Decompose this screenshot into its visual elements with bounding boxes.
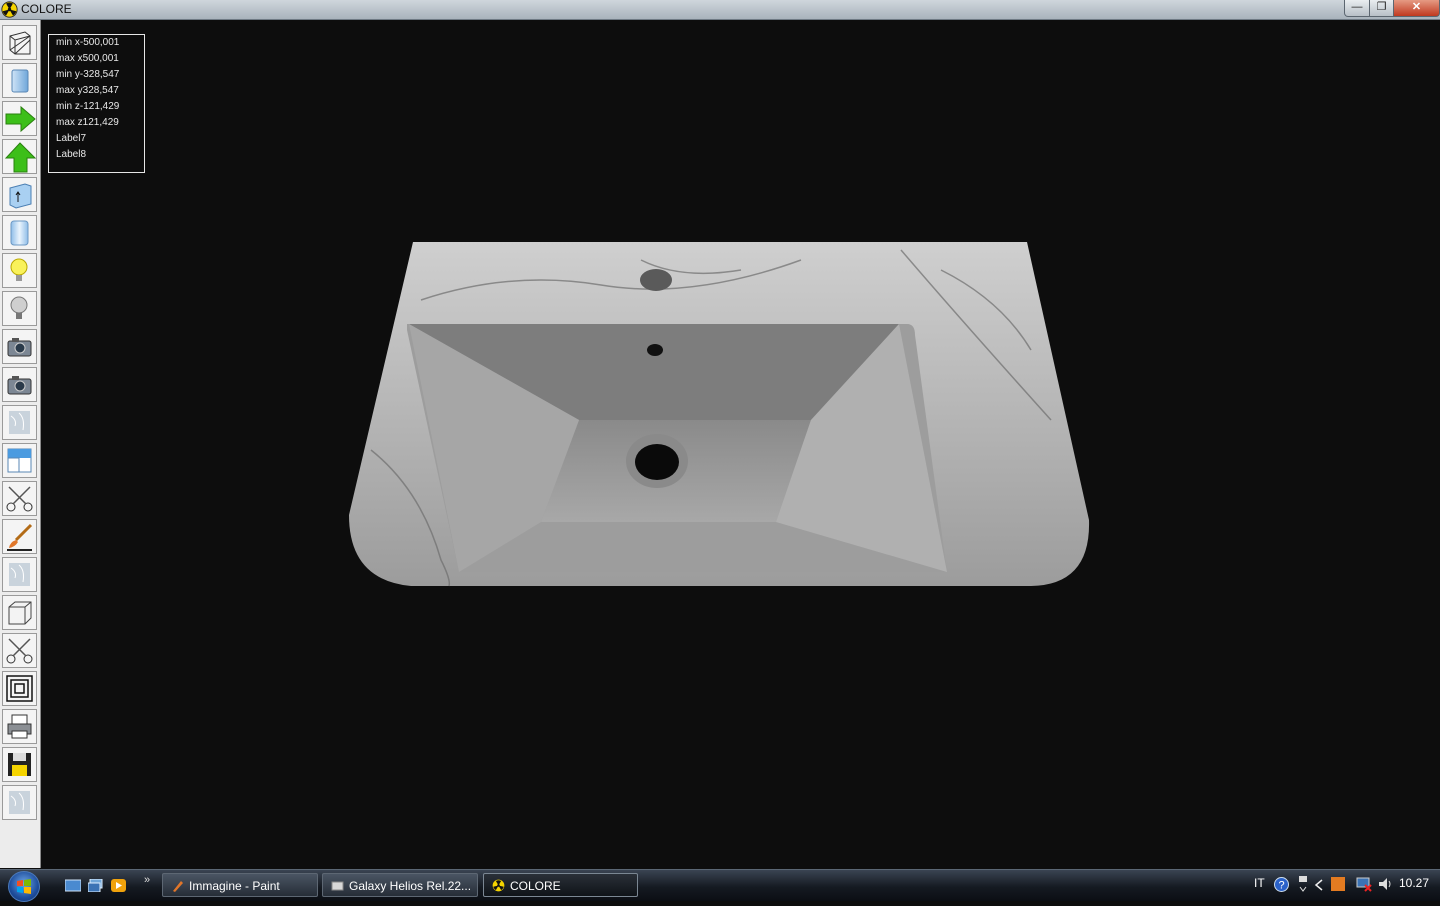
cylinder-button[interactable]	[2, 215, 37, 250]
taskbar-item-label: Immagine - Paint	[189, 879, 280, 893]
printer-button[interactable]	[2, 709, 37, 744]
floppy-disk-button[interactable]	[2, 747, 37, 782]
taskbar-item-paint[interactable]: Immagine - Paint	[162, 873, 318, 897]
camera-icon	[7, 338, 32, 357]
info-max-x: max x500,001	[56, 53, 119, 64]
camera-alt-button[interactable]	[2, 367, 37, 402]
texture-extra-icon	[9, 791, 30, 814]
texture-icon	[9, 411, 30, 434]
3d-viewport[interactable]	[41, 20, 1440, 868]
light-off-button[interactable]	[2, 291, 37, 326]
volume-icon[interactable]	[1377, 876, 1393, 892]
radioactive-icon	[492, 879, 505, 892]
info-label7: Label7	[56, 133, 87, 144]
switch-windows-icon[interactable]	[88, 879, 104, 892]
texture-extra-button[interactable]	[2, 785, 37, 820]
light-on-icon	[10, 258, 28, 281]
show-desktop-icon[interactable]	[65, 879, 81, 892]
network-icon[interactable]	[1297, 875, 1309, 893]
taskbar-item-label: Galaxy Helios Rel.22...	[349, 879, 472, 893]
info-min-z: min z-121,429	[56, 101, 120, 112]
cube-button[interactable]	[2, 595, 37, 630]
clock[interactable]: 10.27	[1399, 876, 1429, 890]
arrow-right-button[interactable]	[2, 101, 37, 136]
taskbar-item-label: COLORE	[510, 879, 561, 893]
radioactive-icon	[1, 1, 18, 18]
taskbar-item-galaxy-helios[interactable]: Galaxy Helios Rel.22...	[322, 873, 478, 897]
arrow-right-icon	[5, 105, 36, 133]
camera-alt-icon	[7, 376, 32, 395]
texture-alt-icon	[9, 563, 30, 586]
brush-icon	[7, 523, 33, 551]
start-button[interactable]	[8, 871, 40, 902]
bounds-info-panel: min x-500,001 max x500,001 min y-328,547…	[48, 34, 145, 173]
brush-button[interactable]	[2, 519, 37, 554]
cylinder-icon	[10, 220, 29, 246]
windows-logo-icon	[17, 879, 31, 894]
scissors-button[interactable]	[2, 481, 37, 516]
taskbar-item-colore[interactable]: COLORE	[483, 873, 638, 897]
quicklaunch-chevron[interactable]: »	[144, 874, 150, 886]
title-bar: COLORE — ❐ ✕	[0, 0, 1440, 20]
close-icon: ✕	[1411, 1, 1422, 13]
chevron-left-icon[interactable]	[1314, 879, 1324, 891]
window-split-icon	[7, 448, 32, 473]
scissors-alt-icon	[6, 638, 33, 664]
restore-icon: ❐	[1376, 1, 1387, 13]
taskbar: » Immagine - Paint Galaxy Helios Rel.22.…	[0, 869, 1440, 902]
svg-text:?: ?	[1278, 880, 1284, 892]
light-off-icon	[10, 296, 28, 319]
sink-model	[349, 242, 1090, 587]
left-toolbar	[0, 20, 41, 868]
cube-up-icon	[9, 183, 32, 209]
close-button[interactable]: ✕	[1393, 0, 1440, 17]
light-on-button[interactable]	[2, 253, 37, 288]
texture-button[interactable]	[2, 405, 37, 440]
arrow-up-icon	[5, 142, 36, 173]
update-icon[interactable]	[1330, 876, 1346, 892]
cube-icon	[8, 601, 32, 625]
printer-icon	[7, 714, 32, 739]
camera-button[interactable]	[2, 329, 37, 364]
info-min-x: min x-500,001	[56, 37, 120, 48]
help-icon[interactable]: ?	[1274, 877, 1289, 892]
network-warning-icon[interactable]	[1356, 876, 1372, 892]
window-split-button[interactable]	[2, 443, 37, 478]
info-label8: Label8	[56, 149, 87, 160]
texture-alt-button[interactable]	[2, 557, 37, 592]
minimize-icon: —	[1351, 1, 1363, 13]
solid-box-button[interactable]	[2, 63, 37, 98]
concentric-squares-button[interactable]	[2, 671, 37, 706]
info-max-z: max z121,429	[56, 117, 119, 128]
cube-up-button[interactable]	[2, 177, 37, 212]
paint-icon	[173, 881, 183, 892]
scissors-icon	[6, 486, 33, 512]
window-title: COLORE	[21, 2, 72, 16]
restore-button[interactable]: ❐	[1369, 0, 1394, 17]
scissors-alt-button[interactable]	[2, 633, 37, 668]
info-min-y: min y-328,547	[56, 69, 120, 80]
wireframe-box-icon	[9, 31, 31, 55]
media-player-icon[interactable]	[111, 879, 127, 892]
solid-box-icon	[11, 69, 29, 93]
wireframe-box-button[interactable]	[2, 25, 37, 60]
minimize-button[interactable]: —	[1344, 0, 1370, 17]
info-max-y: max y328,547	[56, 85, 119, 96]
arrow-up-button[interactable]	[2, 139, 37, 174]
floppy-disk-icon	[8, 753, 31, 776]
folder-icon	[331, 881, 344, 891]
concentric-squares-icon	[6, 675, 33, 702]
language-indicator[interactable]: IT	[1254, 876, 1265, 890]
